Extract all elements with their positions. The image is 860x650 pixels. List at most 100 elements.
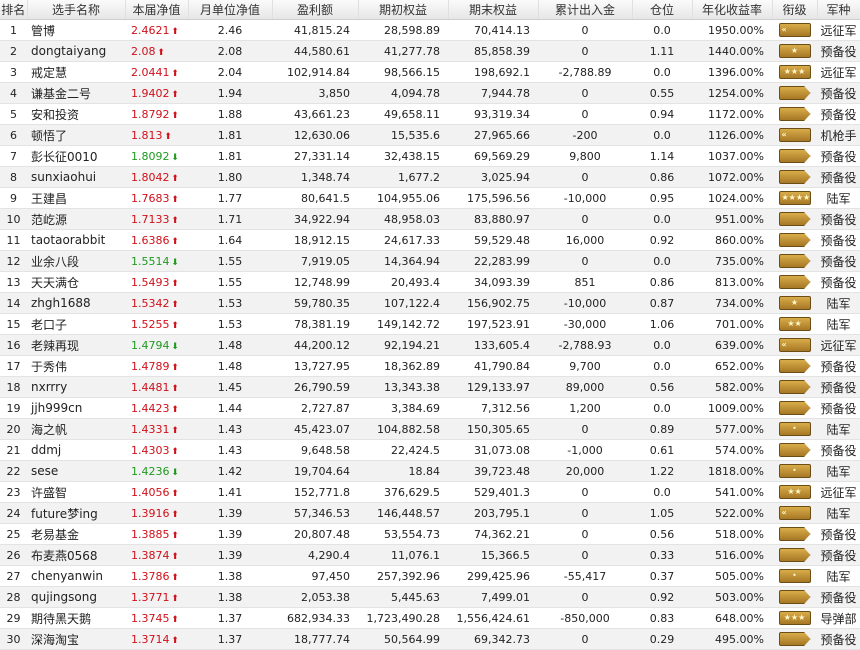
table-row[interactable]: 26 布麦燕0568 1.3874 ⬆ 1.39 4,290.4 11,076.1 15,36… (0, 544, 860, 566)
player-name-link[interactable]: nxrrry (27, 376, 125, 398)
table-row[interactable]: 28 qujingsong 1.3771 ⬆ 1.38 2,053.38 5,445.63 7… (0, 586, 860, 608)
player-name-link[interactable]: 安和投资 (27, 103, 125, 125)
table-row[interactable]: 7 彭长征0010 1.8092 ⬇ 1.81 27,331.14 32,438.15 69,… (0, 145, 860, 167)
player-name-link[interactable]: sunxiaohui (27, 166, 125, 188)
player-name-link[interactable]: 天天满仓 (27, 271, 125, 293)
header-profit[interactable]: 盈利额 (272, 0, 359, 20)
player-name-link[interactable]: chenyanwin (27, 565, 125, 587)
table-row[interactable]: 19 jjh999cn 1.4423 ⬆ 1.44 2,727.87 3,384.69 7,3… (0, 397, 860, 419)
army-branch-cell: 陆军 (817, 418, 860, 440)
end-equity-cell: 156,902.75 (448, 292, 538, 314)
player-name-link[interactable]: 谦基金二号 (27, 82, 125, 104)
header-end-equity[interactable]: 期末权益 (448, 0, 539, 20)
header-start-equity[interactable]: 期初权益 (358, 0, 449, 20)
player-name-link[interactable]: qujingsong (27, 586, 125, 608)
table-row[interactable]: 14 zhgh1688 1.5342 ⬆ 1.53 59,780.35 107,122.4 1… (0, 292, 860, 314)
table-row[interactable]: 18 nxrrry 1.4481 ⬆ 1.45 26,790.59 13,343.38 129… (0, 376, 860, 398)
player-name-link[interactable]: 海之帆 (27, 418, 125, 440)
position-cell: 0.56 (632, 523, 692, 545)
table-row[interactable]: 10 范屹源 1.7133 ⬆ 1.71 34,922.94 48,958.03 83,880… (0, 208, 860, 230)
header-player-name[interactable]: 选手名称 (27, 0, 126, 20)
header-position[interactable]: 仓位 (632, 0, 693, 20)
player-name-link[interactable]: sese (27, 460, 125, 482)
table-row[interactable]: 13 天天满仓 1.5493 ⬆ 1.55 12,748.99 20,493.4 34,093… (0, 271, 860, 293)
player-name-link[interactable]: 管博 (27, 19, 125, 41)
table-row[interactable]: 12 业余八段 1.5514 ⬇ 1.55 7,919.05 14,364.94 22,283… (0, 250, 860, 272)
player-name-link[interactable]: 老易基金 (27, 523, 125, 545)
player-name-link[interactable]: future梦ing (27, 502, 125, 524)
player-name-link[interactable]: ddmj (27, 439, 125, 461)
arrow-up-icon: ⬆ (171, 404, 179, 415)
player-name-link[interactable]: 于秀伟 (27, 355, 125, 377)
header-rank[interactable]: 排名 (0, 0, 28, 20)
table-row[interactable]: 30 深海淘宝 1.3714 ⬆ 1.37 18,777.74 50,564.99 69,34… (0, 628, 860, 650)
rank-badge-cell (772, 523, 817, 545)
table-row[interactable]: 16 老辣再现 1.4794 ⬇ 1.48 44,200.12 92,194.21 133,6… (0, 334, 860, 356)
player-name-link[interactable]: dongtaiyang (27, 40, 125, 62)
end-equity-cell: 31,073.08 (448, 439, 538, 461)
rank-badge-cell: « (772, 124, 817, 146)
table-row[interactable]: 21 ddmj 1.4303 ⬆ 1.43 9,648.58 22,424.5 31,073.… (0, 439, 860, 461)
table-row[interactable]: 15 老口子 1.5255 ⬆ 1.53 78,381.19 149,142.72 197,5… (0, 313, 860, 335)
badge-insignia-icon (782, 592, 808, 602)
table-row[interactable]: 27 chenyanwin 1.3786 ⬆ 1.38 97,450 257,392.96 2… (0, 565, 860, 587)
annual-return-cell: 1126.00% (692, 124, 772, 146)
army-branch-cell: 远征军 (817, 61, 860, 83)
arrow-up-icon: ⬆ (171, 425, 179, 436)
annual-return-cell: 652.00% (692, 355, 772, 377)
table-row[interactable]: 1 管博 2.4621 ⬆ 2.46 41,815.24 28,598.89 70,414.1… (0, 19, 860, 41)
player-name-link[interactable]: 老辣再现 (27, 334, 125, 356)
table-row[interactable]: 11 taotaorabbit 1.6386 ⬆ 1.64 18,912.15 24,617… (0, 229, 860, 251)
table-row[interactable]: 8 sunxiaohui 1.8042 ⬆ 1.80 1,348.74 1,677.2 3,0… (0, 166, 860, 188)
player-name-link[interactable]: 业余八段 (27, 250, 125, 272)
profit-cell: 12,748.99 (272, 271, 358, 293)
header-cumulative-flow[interactable]: 累计出入金 (538, 0, 633, 20)
table-row[interactable]: 9 王建昌 1.7683 ⬆ 1.77 80,641.5 104,955.06 175,596… (0, 187, 860, 209)
player-name-link[interactable]: jjh999cn (27, 397, 125, 419)
player-name-link[interactable]: 戒定慧 (27, 61, 125, 83)
table-row[interactable]: 17 于秀伟 1.4789 ⬆ 1.48 13,727.95 18,362.89 41,790… (0, 355, 860, 377)
cumulative-flow-cell: 0 (538, 481, 632, 503)
player-name-link[interactable]: 深海淘宝 (27, 628, 125, 650)
player-name-link[interactable]: 布麦燕0568 (27, 544, 125, 566)
army-branch-cell: 陆军 (817, 502, 860, 524)
current-nav-cell: 1.9402 ⬆ (125, 82, 188, 104)
profit-cell: 12,630.06 (272, 124, 358, 146)
header-monthly-unit-nav[interactable]: 月单位净值 (188, 0, 273, 20)
player-name-link[interactable]: 许盛智 (27, 481, 125, 503)
header-current-nav[interactable]: 本届净值 (125, 0, 189, 20)
current-nav-cell: 1.7133 ⬆ (125, 208, 188, 230)
player-name-link[interactable]: 范屹源 (27, 208, 125, 230)
table-row[interactable]: 22 sese 1.4236 ⬇ 1.42 19,704.64 18.84 39,723.48… (0, 460, 860, 482)
player-name-link[interactable]: 王建昌 (27, 187, 125, 209)
header-rank-badge[interactable]: 衔级 (772, 0, 818, 20)
table-row[interactable]: 2 dongtaiyang 2.08 ⬆ 2.08 44,580.61 41,277.78 8… (0, 40, 860, 62)
table-row[interactable]: 3 戒定慧 2.0441 ⬆ 2.04 102,914.84 98,566.15 198,69… (0, 61, 860, 83)
table-row[interactable]: 25 老易基金 1.3885 ⬆ 1.39 20,807.48 53,554.73 74,36… (0, 523, 860, 545)
table-row[interactable]: 6 顿悟了 1.813 ⬆ 1.81 12,630.06 15,535.6 27,965.66… (0, 124, 860, 146)
table-row[interactable]: 5 安和投资 1.8792 ⬆ 1.88 43,661.23 49,658.11 93,319… (0, 103, 860, 125)
table-row[interactable]: 29 期待黑天鹅 1.3745 ⬆ 1.37 682,934.33 1,723,490.28… (0, 607, 860, 629)
table-row[interactable]: 20 海之帆 1.4331 ⬆ 1.43 45,423.07 104,882.58 150,3… (0, 418, 860, 440)
table-row[interactable]: 23 许盛智 1.4056 ⬆ 1.41 152,771.8 376,629.5 529,40… (0, 481, 860, 503)
position-cell: 0.0 (632, 355, 692, 377)
player-name-link[interactable]: 彭长征0010 (27, 145, 125, 167)
table-row[interactable]: 4 谦基金二号 1.9402 ⬆ 1.94 3,850 4,094.78 7,944.78 0 0… (0, 82, 860, 104)
end-equity-cell: 197,523.91 (448, 313, 538, 335)
military-rank-badge-icon (778, 233, 811, 247)
player-name-link[interactable]: taotaorabbit (27, 229, 125, 251)
start-equity-cell: 11,076.1 (358, 544, 448, 566)
monthly-unit-nav-cell: 1.38 (188, 586, 272, 608)
position-cell: 1.14 (632, 145, 692, 167)
player-name-link[interactable]: 期待黑天鹅 (27, 607, 125, 629)
badge-insignia-icon: ★★★ (783, 67, 806, 76)
header-army-branch[interactable]: 军种 (817, 0, 860, 20)
player-name-link[interactable]: 老口子 (27, 313, 125, 335)
header-annual-return[interactable]: 年化收益率 (692, 0, 773, 20)
position-cell: 1.05 (632, 502, 692, 524)
player-name-link[interactable]: zhgh1688 (27, 292, 125, 314)
annual-return-cell: 505.00% (692, 565, 772, 587)
player-name-link[interactable]: 顿悟了 (27, 124, 125, 146)
table-row[interactable]: 24 future梦ing 1.3916 ⬆ 1.39 57,346.53 146,448.… (0, 502, 860, 524)
annual-return-cell: 1172.00% (692, 103, 772, 125)
